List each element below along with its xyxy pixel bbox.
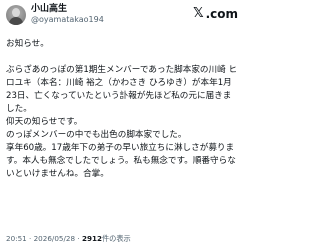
post-body: お知らせ。 ぶらざあのっぽの第1期生メンバーであった脚本家の川崎 ヒロユキ（本名… <box>6 38 238 181</box>
post-time[interactable]: 20:51 <box>6 234 27 243</box>
views-count[interactable]: 2912 <box>82 234 102 243</box>
avatar[interactable] <box>6 5 26 25</box>
views-label: 件の表示 <box>101 234 131 243</box>
post-footer: 20:51 · 2026/05/28 · 2912件の表示 <box>6 234 238 244</box>
post-paragraph: ぶらざあのっぽの第1期生メンバーであった脚本家の川崎 ヒロユキ（本名：川崎 裕之… <box>6 65 238 114</box>
x-logo-icon: 𝕏 <box>193 6 204 21</box>
avatar-face <box>12 8 20 17</box>
x-logo-text: .com <box>205 7 238 21</box>
post-paragraph: お知らせ。 <box>6 39 49 49</box>
post-date[interactable]: 2026/05/28 <box>34 234 75 243</box>
post-paragraph: 享年60歳。17歳年下の弟子の早い旅立ちに淋しさが募ります。本人も無念でしたでし… <box>6 143 236 179</box>
post-card: 小山高生 @oyamatakao194 𝕏 .com お知らせ。 ぶらざあのっぽ… <box>0 0 244 250</box>
post-paragraph: のっぽメンバーの中でも出色の脚本家でした。 <box>6 130 187 140</box>
footer-separator: · <box>29 234 32 243</box>
x-logo: 𝕏 .com <box>193 6 238 22</box>
post-header: 小山高生 @oyamatakao194 𝕏 .com <box>6 4 238 26</box>
footer-separator: · <box>77 234 80 243</box>
author-info[interactable]: 小山高生 @oyamatakao194 <box>31 4 104 25</box>
author-display-name[interactable]: 小山高生 <box>31 4 104 15</box>
author-handle[interactable]: @oyamatakao194 <box>31 15 104 25</box>
post-paragraph: 仰天の知らせです。 <box>6 117 83 127</box>
avatar-body <box>9 17 23 25</box>
